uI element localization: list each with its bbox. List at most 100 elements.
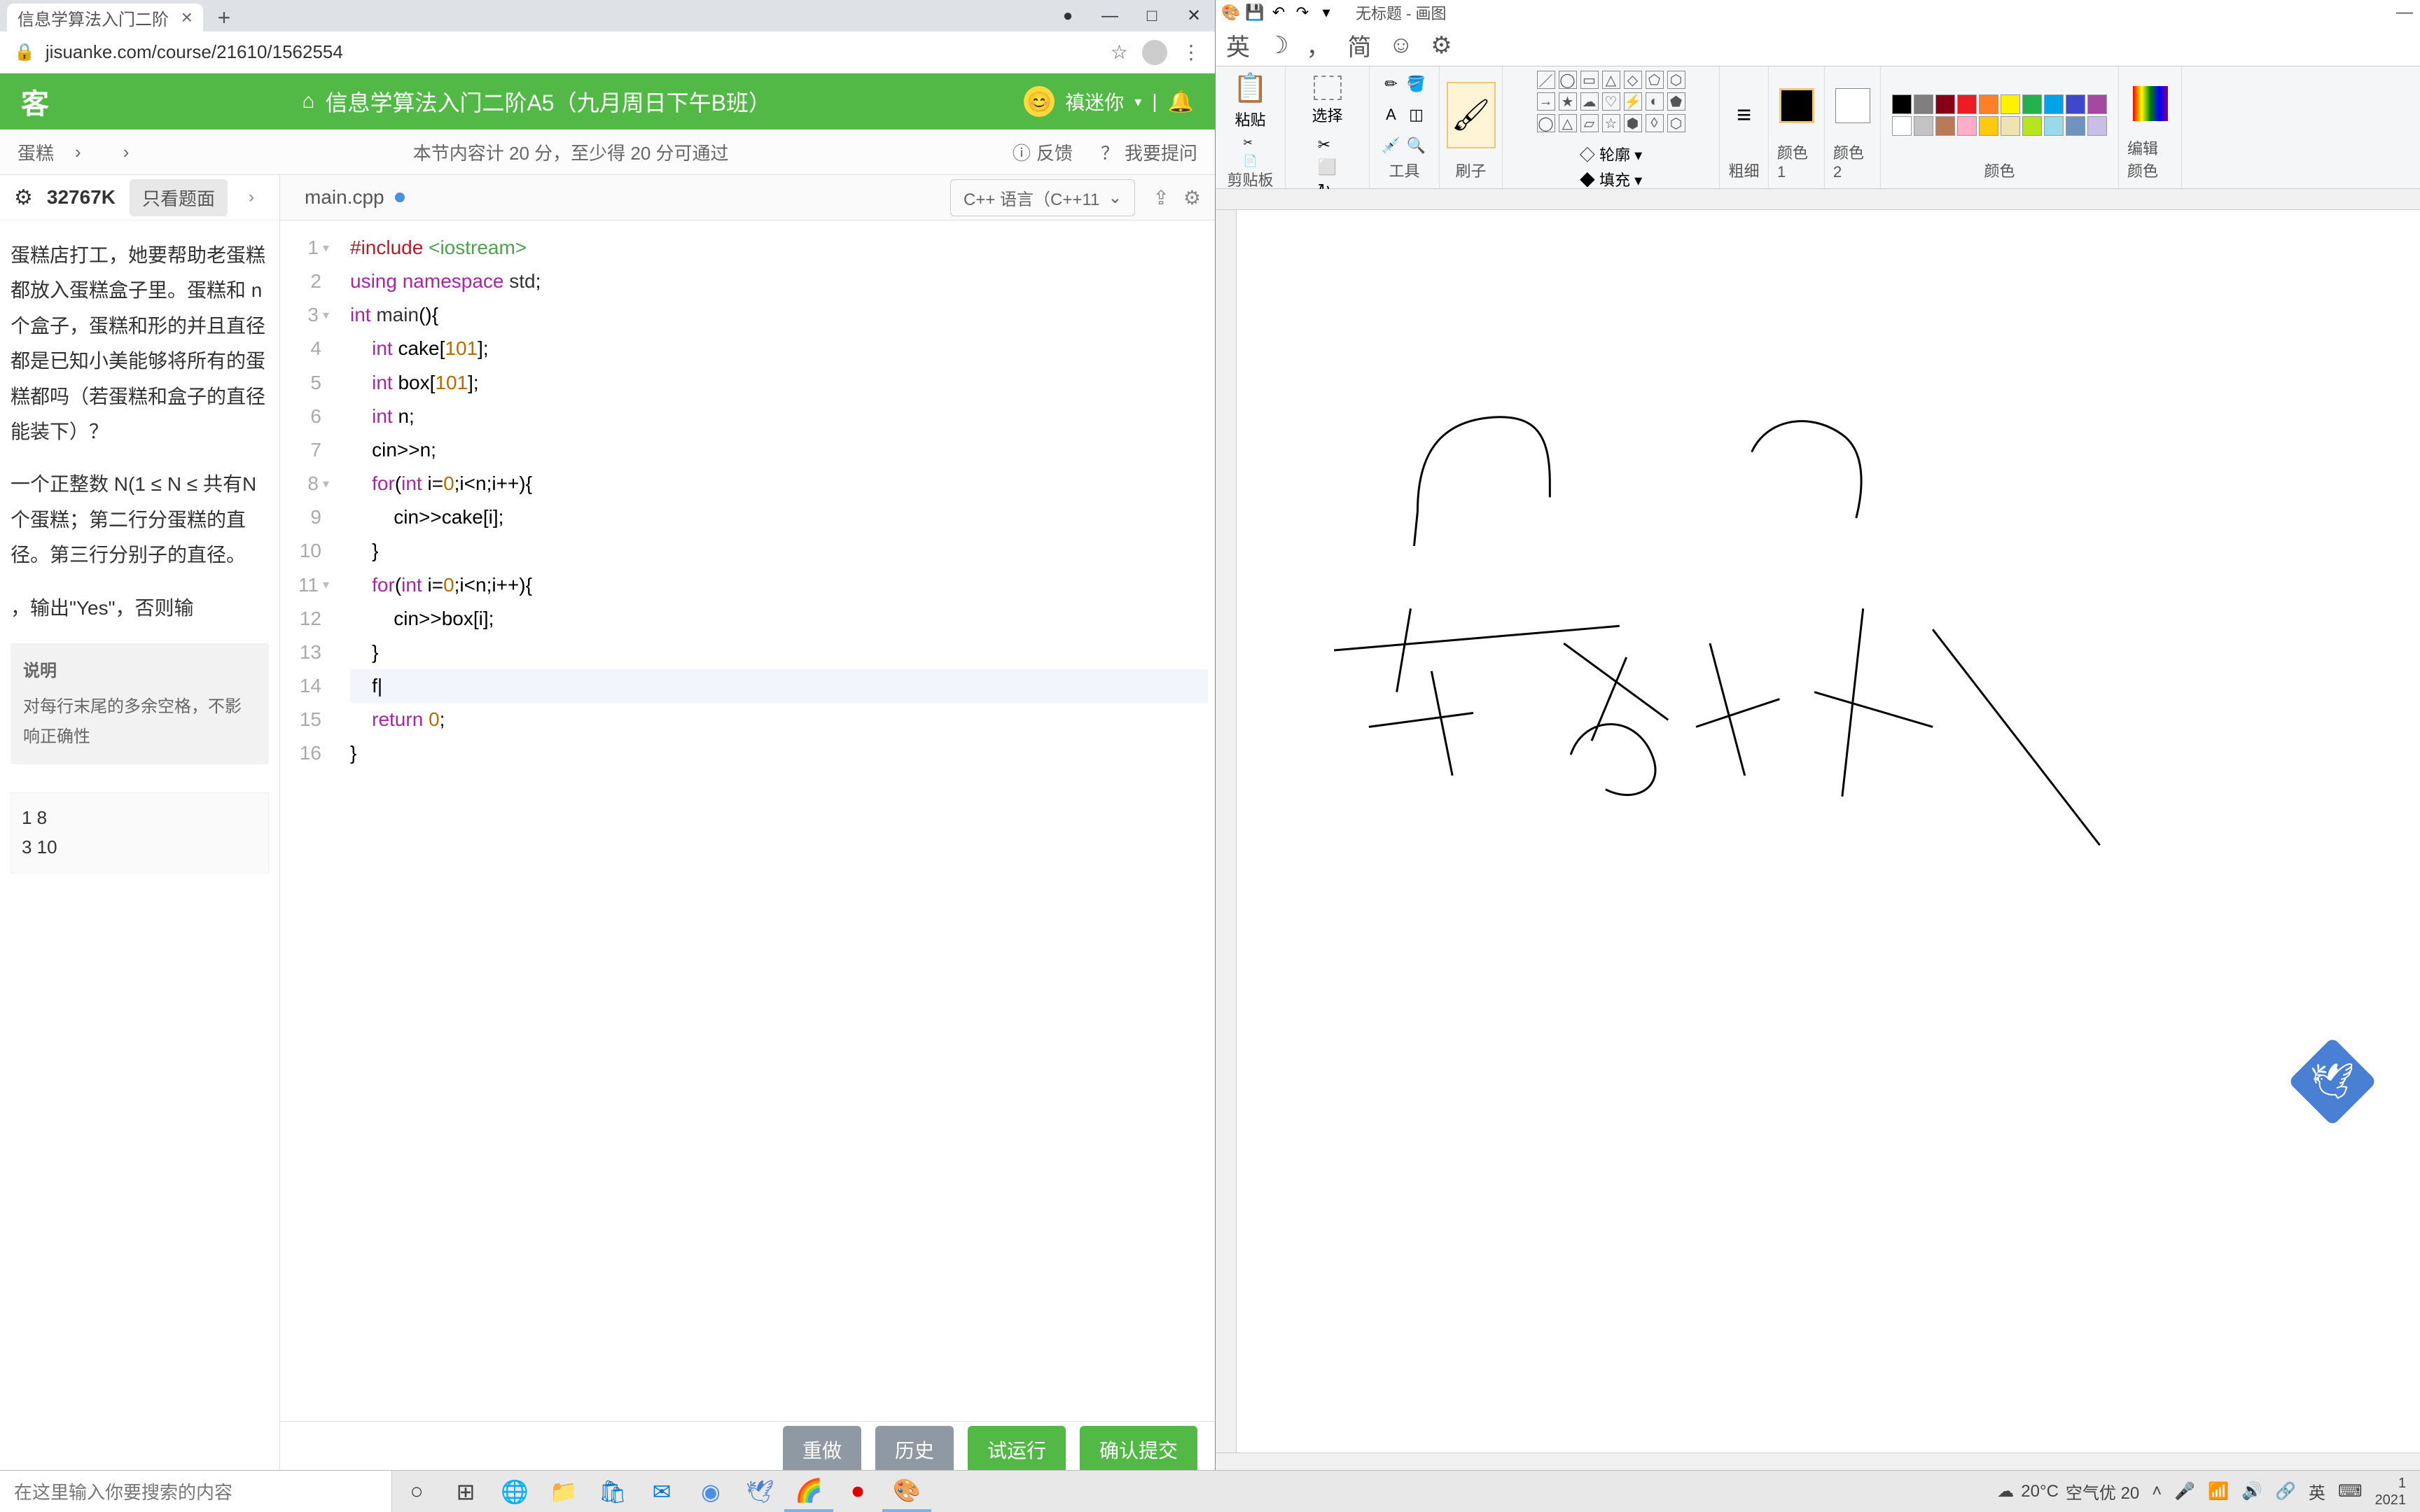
copy-icon[interactable]: 📄: [1244, 154, 1258, 168]
eraser-icon[interactable]: ◫: [1407, 105, 1426, 125]
tray-chevron-icon[interactable]: ˄: [2152, 1482, 2162, 1502]
code-editor[interactable]: 1▾2 3▾4 5 6 7 8▾9 10 11▾12 13 14 15 16 #…: [280, 220, 1215, 1421]
task-view-icon[interactable]: ⊞: [441, 1471, 490, 1512]
shape-button[interactable]: ⬡: [1667, 71, 1685, 89]
network-icon[interactable]: 📶: [2208, 1481, 2229, 1502]
shape-button[interactable]: ◐: [1646, 92, 1664, 111]
shape-button[interactable]: ⬠: [1646, 71, 1664, 89]
minimize-button[interactable]: —: [1089, 0, 1131, 31]
dropdown-caret-icon[interactable]: ▾: [1134, 93, 1141, 111]
shape-button[interactable]: ⬢: [1624, 114, 1642, 132]
qat-dropdown-icon[interactable]: ▾: [1318, 4, 1335, 21]
store-icon[interactable]: 🛍: [588, 1471, 637, 1512]
color-swatch[interactable]: [2087, 116, 2107, 136]
weather-widget[interactable]: ☁ 20°C 空气优 20: [1997, 1479, 2139, 1504]
shape-button[interactable]: ▭: [1580, 71, 1599, 89]
ime-item[interactable]: ☺: [1389, 31, 1413, 59]
paste-button[interactable]: 📋粘贴: [1230, 71, 1272, 130]
address-bar[interactable]: 🔒 jisuanke.com/course/21610/1562554 ☆ ⋮: [0, 31, 1215, 74]
cortana-icon[interactable]: ○: [392, 1471, 441, 1512]
ime-item[interactable]: ☽: [1267, 31, 1288, 59]
fill-option[interactable]: ◆ 填充 ▾: [1580, 168, 1642, 190]
color-swatch[interactable]: [1914, 116, 1933, 136]
chevron-right-icon[interactable]: ›: [123, 141, 130, 163]
feedback-link[interactable]: ⓘ反馈: [1013, 139, 1073, 165]
color-swatch[interactable]: [1957, 94, 1977, 114]
shape-button[interactable]: ◊: [1646, 114, 1664, 132]
link-icon[interactable]: 🔗: [2275, 1481, 2296, 1502]
ask-question-link[interactable]: ？我要提问: [1101, 139, 1197, 165]
color-swatch[interactable]: [2066, 116, 2085, 136]
site-logo[interactable]: 客: [21, 81, 49, 122]
edit-colors-button[interactable]: [2133, 86, 2168, 121]
file-tab[interactable]: main.cpp: [294, 181, 415, 214]
paint-app-icon[interactable]: 🎨: [1223, 4, 1239, 21]
color-swatch[interactable]: [1892, 94, 1912, 114]
mic-icon[interactable]: 🎤: [2174, 1481, 2195, 1502]
ime-keyboard-icon[interactable]: ⌨: [2338, 1481, 2363, 1502]
color1-well[interactable]: [1779, 88, 1814, 123]
profile-avatar[interactable]: [1142, 40, 1167, 65]
mail-icon[interactable]: ✉: [637, 1471, 686, 1512]
shape-button[interactable]: ◯: [1559, 71, 1577, 89]
chevron-right-icon[interactable]: ›: [75, 141, 81, 163]
picker-icon[interactable]: 💉: [1382, 136, 1401, 155]
collapse-arrow-icon[interactable]: ›: [249, 188, 254, 207]
shape-button[interactable]: →: [1537, 92, 1555, 111]
fill-icon[interactable]: 🪣: [1407, 74, 1426, 94]
pencil-icon[interactable]: ✏: [1382, 74, 1401, 94]
color-swatch[interactable]: [1914, 94, 1933, 114]
submit-button[interactable]: 确认提交: [1080, 1426, 1197, 1474]
color-swatch[interactable]: [2044, 116, 2064, 136]
shape-button[interactable]: ／: [1537, 71, 1555, 89]
chrome-taskbar-icon[interactable]: 🌈: [784, 1471, 833, 1512]
volume-icon[interactable]: 🔊: [2241, 1481, 2262, 1502]
shape-button[interactable]: △: [1559, 114, 1577, 132]
ime-lang[interactable]: 英: [2309, 1479, 2325, 1504]
record-icon[interactable]: ⏺: [833, 1471, 882, 1512]
color-swatch[interactable]: [2022, 116, 2042, 136]
zoom-icon[interactable]: 🔍: [1407, 136, 1426, 155]
settings-icon[interactable]: ⚙: [1183, 186, 1201, 209]
color-swatch[interactable]: [2001, 116, 2020, 136]
home-icon[interactable]: ⌂: [302, 90, 314, 113]
share-icon[interactable]: ⇪: [1153, 186, 1169, 209]
shape-button[interactable]: ☁: [1580, 92, 1599, 111]
history-button[interactable]: 历史: [875, 1426, 954, 1474]
color-swatch[interactable]: [2087, 94, 2107, 114]
shape-button[interactable]: ◯: [1537, 114, 1555, 132]
shape-button[interactable]: △: [1602, 71, 1620, 89]
star-icon[interactable]: ☆: [1111, 41, 1128, 64]
shape-button[interactable]: ◇: [1624, 71, 1642, 89]
username[interactable]: 禛迷你: [1065, 88, 1124, 115]
color-swatch[interactable]: [2044, 94, 2064, 114]
color-swatch[interactable]: [1892, 116, 1912, 136]
thunder-icon[interactable]: 🕊: [735, 1471, 784, 1512]
explorer-icon[interactable]: 📁: [539, 1471, 588, 1512]
shape-button[interactable]: ⬡: [1667, 114, 1685, 132]
browser-tab[interactable]: 信息学算法入门二阶 ×: [7, 4, 203, 31]
close-window-button[interactable]: ✕: [1173, 0, 1215, 31]
shape-button[interactable]: ★: [1559, 92, 1577, 111]
outline-option[interactable]: ◇ 轮廓 ▾: [1580, 143, 1642, 165]
crop-icon[interactable]: ✂: [1318, 136, 1337, 154]
color-swatch[interactable]: [1979, 116, 1998, 136]
color-swatch[interactable]: [1979, 94, 1998, 114]
canvas[interactable]: [1237, 210, 2420, 1452]
undo-icon[interactable]: ↶: [1270, 4, 1287, 21]
ime-item[interactable]: ⚙: [1431, 31, 1452, 59]
color-swatch[interactable]: [1935, 116, 1955, 136]
shape-button[interactable]: ▱: [1580, 114, 1599, 132]
toggle-view-button[interactable]: 只看题面: [130, 179, 228, 216]
ime-item[interactable]: 英: [1226, 28, 1250, 62]
redo-button[interactable]: 重做: [783, 1426, 861, 1474]
resize-icon[interactable]: ⬜: [1318, 158, 1337, 176]
maximize-button[interactable]: □: [1131, 0, 1173, 31]
minimize-button[interactable]: —: [2396, 3, 2413, 22]
edge-icon[interactable]: 🌐: [490, 1471, 539, 1512]
ime-item[interactable]: 简: [1347, 28, 1371, 62]
color-swatch[interactable]: [2022, 94, 2042, 114]
shape-button[interactable]: ⚡: [1624, 92, 1642, 111]
taskbar-search[interactable]: 在这里输入你要搜索的内容: [0, 1471, 392, 1512]
close-tab-icon[interactable]: ×: [181, 6, 193, 29]
